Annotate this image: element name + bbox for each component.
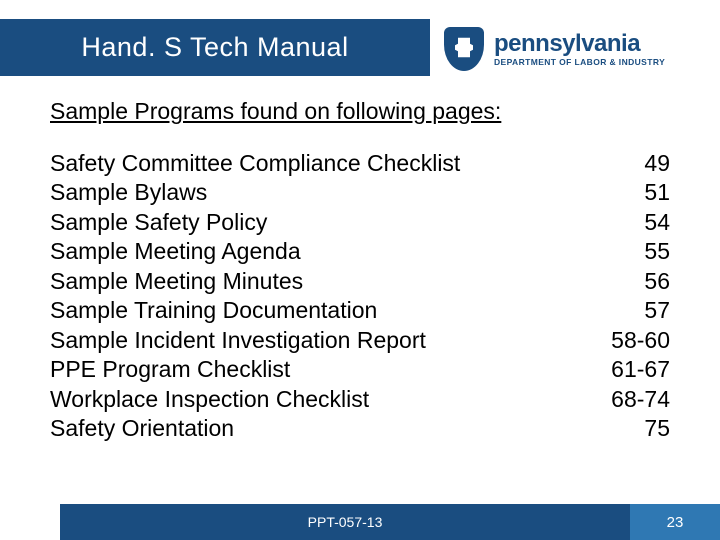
item-name: Sample Incident Investigation Report	[50, 326, 426, 355]
intro-text: Sample Programs found on following pages…	[50, 98, 670, 125]
footer-spacer	[0, 504, 60, 540]
list-item: Sample Safety Policy 54	[50, 208, 670, 237]
title-band: Hand. S Tech Manual	[0, 22, 430, 76]
item-page: 58-60	[580, 326, 670, 355]
page-title: Hand. S Tech Manual	[0, 32, 430, 63]
logo: pennsylvania DEPARTMENT OF LABOR & INDUS…	[430, 22, 720, 76]
list-item: Safety Orientation 75	[50, 414, 670, 443]
item-name: Sample Safety Policy	[50, 208, 267, 237]
keystone-icon	[452, 34, 476, 64]
footer-code: PPT-057-13	[60, 504, 630, 540]
slide: Hand. S Tech Manual pennsylvania DEPARTM…	[0, 0, 720, 540]
content: Sample Programs found on following pages…	[50, 98, 670, 480]
keystone-shield-icon	[444, 27, 484, 71]
logo-dept: DEPARTMENT OF LABOR & INDUSTRY	[494, 58, 665, 67]
footer-page: 23	[630, 504, 720, 540]
header: Hand. S Tech Manual pennsylvania DEPARTM…	[0, 22, 720, 76]
item-name: Sample Training Documentation	[50, 296, 377, 325]
list-item: Sample Incident Investigation Report 58-6…	[50, 326, 670, 355]
item-page: 55	[580, 237, 670, 266]
item-name: Sample Meeting Minutes	[50, 267, 303, 296]
item-page: 68-74	[580, 385, 670, 414]
item-page: 75	[580, 414, 670, 443]
item-name: PPE Program Checklist	[50, 355, 290, 384]
list-item: Sample Meeting Agenda 55	[50, 237, 670, 266]
list-item: Workplace Inspection Checklist 68-74	[50, 385, 670, 414]
list-item: Sample Training Documentation 57	[50, 296, 670, 325]
item-page: 61-67	[580, 355, 670, 384]
item-name: Sample Bylaws	[50, 178, 207, 207]
item-page: 57	[580, 296, 670, 325]
item-name: Sample Meeting Agenda	[50, 237, 301, 266]
logo-text: pennsylvania DEPARTMENT OF LABOR & INDUS…	[494, 32, 665, 67]
footer: PPT-057-13 23	[0, 504, 720, 540]
item-page: 49	[580, 149, 670, 178]
item-list: Safety Committee Compliance Checklist49 …	[50, 149, 670, 443]
item-page: 56	[580, 267, 670, 296]
item-name: Safety Orientation	[50, 414, 234, 443]
list-item: Sample Meeting Minutes 56	[50, 267, 670, 296]
list-item: Safety Committee Compliance Checklist 49	[50, 149, 670, 178]
list-item: PPE Program Checklist 61-67	[50, 355, 670, 384]
item-page: 51	[580, 178, 670, 207]
item-name: Workplace Inspection Checklist	[50, 385, 369, 414]
item-page: 54	[580, 208, 670, 237]
list-item: Sample Bylaws 51	[50, 178, 670, 207]
logo-state: pennsylvania	[494, 32, 665, 56]
item-name: Safety Committee Compliance Checklist	[50, 149, 460, 178]
